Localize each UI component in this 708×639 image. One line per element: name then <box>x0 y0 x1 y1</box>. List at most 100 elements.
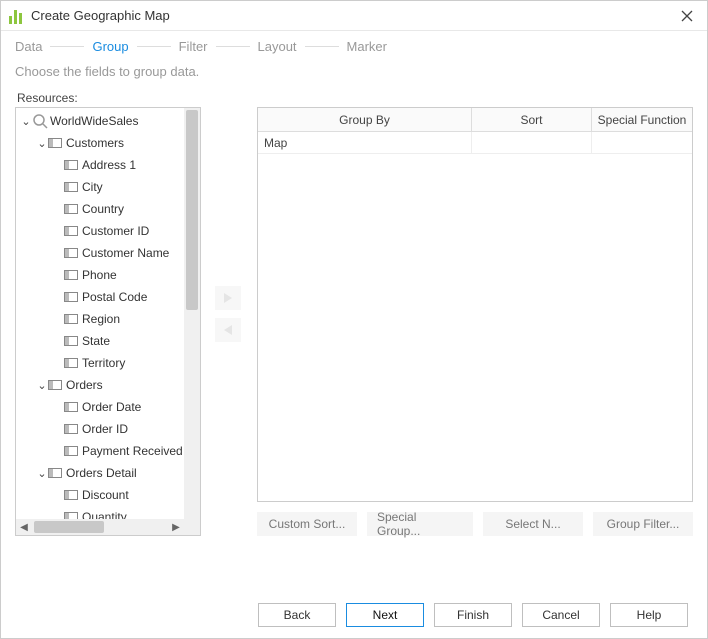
back-button[interactable]: Back <box>258 603 336 627</box>
field-icon <box>64 490 78 500</box>
scrollbar-corner <box>184 519 200 535</box>
table-icon <box>48 138 62 148</box>
step-filter[interactable]: Filter <box>179 39 208 54</box>
tree-node-label: Quantity <box>82 510 127 519</box>
tree-field[interactable]: State <box>16 330 184 352</box>
step-separator <box>305 46 339 47</box>
step-separator <box>137 46 171 47</box>
tree-field[interactable]: Territory <box>16 352 184 374</box>
cancel-button[interactable]: Cancel <box>522 603 600 627</box>
horizontal-scrollbar[interactable]: ◀ ▶ <box>16 519 184 535</box>
field-icon <box>64 512 78 519</box>
title-bar: Create Geographic Map <box>1 1 707 31</box>
arrow-right-icon <box>221 291 235 305</box>
field-icon <box>64 270 78 280</box>
step-group[interactable]: Group <box>92 39 128 54</box>
field-icon <box>64 446 78 456</box>
tree-field[interactable]: Discount <box>16 484 184 506</box>
column-header-groupby[interactable]: Group By <box>258 108 472 132</box>
tree-node-label: Payment Received <box>82 444 183 458</box>
tree-node-label: Discount <box>82 488 129 502</box>
arrow-left-icon <box>221 323 235 337</box>
tree-node-label: Address 1 <box>82 158 136 172</box>
next-button[interactable]: Next <box>346 603 424 627</box>
resources-tree: ⌄WorldWideSales⌄CustomersAddress 1CityCo… <box>15 107 201 536</box>
tree-group[interactable]: ⌄ Orders <box>16 374 184 396</box>
tree-node-label: Postal Code <box>82 290 147 304</box>
tree-field[interactable]: Payment Received <box>16 440 184 462</box>
field-icon <box>64 292 78 302</box>
tree-node-label: WorldWideSales <box>50 114 138 128</box>
tree-field[interactable]: City <box>16 176 184 198</box>
step-data[interactable]: Data <box>15 39 42 54</box>
add-field-button[interactable] <box>215 286 241 310</box>
tree-node-label: Customer Name <box>82 246 169 260</box>
step-description: Choose the fields to group data. <box>1 60 707 91</box>
close-button[interactable] <box>675 4 699 28</box>
magnifier-icon <box>32 113 48 129</box>
select-n-button[interactable]: Select N... <box>483 512 583 536</box>
step-separator <box>50 46 84 47</box>
special-group-button[interactable]: Special Group... <box>367 512 473 536</box>
wizard-steps: Data Group Filter Layout Marker <box>1 31 707 60</box>
cell-sort[interactable] <box>472 132 592 153</box>
tree-field[interactable]: Region <box>16 308 184 330</box>
scroll-right-icon[interactable]: ▶ <box>168 522 184 533</box>
column-header-sort[interactable]: Sort <box>472 108 592 132</box>
tree-node-label: Territory <box>82 356 125 370</box>
tree-field[interactable]: Quantity <box>16 506 184 519</box>
step-marker[interactable]: Marker <box>347 39 387 54</box>
tree-field[interactable]: Country <box>16 198 184 220</box>
tree-field[interactable]: Address 1 <box>16 154 184 176</box>
vertical-scrollbar[interactable] <box>184 108 200 519</box>
field-icon <box>64 160 78 170</box>
resources-label: Resources: <box>15 91 201 105</box>
table-icon <box>48 468 62 478</box>
group-filter-button[interactable]: Group Filter... <box>593 512 693 536</box>
tree-toggle-icon[interactable]: ⌄ <box>36 379 48 392</box>
field-icon <box>64 314 78 324</box>
close-icon <box>681 10 693 22</box>
vertical-scrollbar-thumb[interactable] <box>186 110 198 310</box>
tree-node-label: City <box>82 180 103 194</box>
scroll-left-icon[interactable]: ◀ <box>16 522 32 533</box>
grid-body: Map <box>258 132 692 501</box>
tree-node-label: Orders <box>66 378 103 392</box>
tree-field[interactable]: Customer Name <box>16 242 184 264</box>
tree-field[interactable]: Phone <box>16 264 184 286</box>
tree-node-label: Region <box>82 312 120 326</box>
remove-field-button[interactable] <box>215 318 241 342</box>
tree-toggle-icon[interactable]: ⌄ <box>36 137 48 150</box>
tree-root[interactable]: ⌄ WorldWideSales <box>16 110 184 132</box>
tree-node-label: State <box>82 334 110 348</box>
tree-group[interactable]: ⌄Customers <box>16 132 184 154</box>
horizontal-scrollbar-thumb[interactable] <box>34 521 104 533</box>
tree-field[interactable]: Customer ID <box>16 220 184 242</box>
field-icon <box>64 248 78 258</box>
dialog-footer: Back Next Finish Cancel Help <box>0 603 708 627</box>
field-icon <box>64 424 78 434</box>
table-icon <box>48 380 62 390</box>
column-header-function[interactable]: Special Function <box>592 108 692 132</box>
finish-button[interactable]: Finish <box>434 603 512 627</box>
tree-toggle-icon[interactable]: ⌄ <box>20 115 32 128</box>
custom-sort-button[interactable]: Custom Sort... <box>257 512 357 536</box>
cell-function[interactable] <box>592 132 692 153</box>
help-button[interactable]: Help <box>610 603 688 627</box>
grid-row[interactable]: Map <box>258 132 692 154</box>
tree-field[interactable]: Postal Code <box>16 286 184 308</box>
tree-group[interactable]: ⌄ Orders Detail <box>16 462 184 484</box>
grid-action-row: Custom Sort... Special Group... Select N… <box>257 512 693 536</box>
tree-field[interactable]: Order ID <box>16 418 184 440</box>
grid-header: Group By Sort Special Function <box>258 108 692 132</box>
cell-groupby[interactable]: Map <box>258 132 472 153</box>
step-separator <box>216 46 250 47</box>
tree-field[interactable]: Order Date <box>16 396 184 418</box>
tree-toggle-icon[interactable]: ⌄ <box>36 467 48 480</box>
field-icon <box>64 226 78 236</box>
tree-node-label: Orders Detail <box>66 466 137 480</box>
tree-node-label: Phone <box>82 268 117 282</box>
step-layout[interactable]: Layout <box>258 39 297 54</box>
tree-node-label: Order ID <box>82 422 128 436</box>
field-icon <box>64 182 78 192</box>
